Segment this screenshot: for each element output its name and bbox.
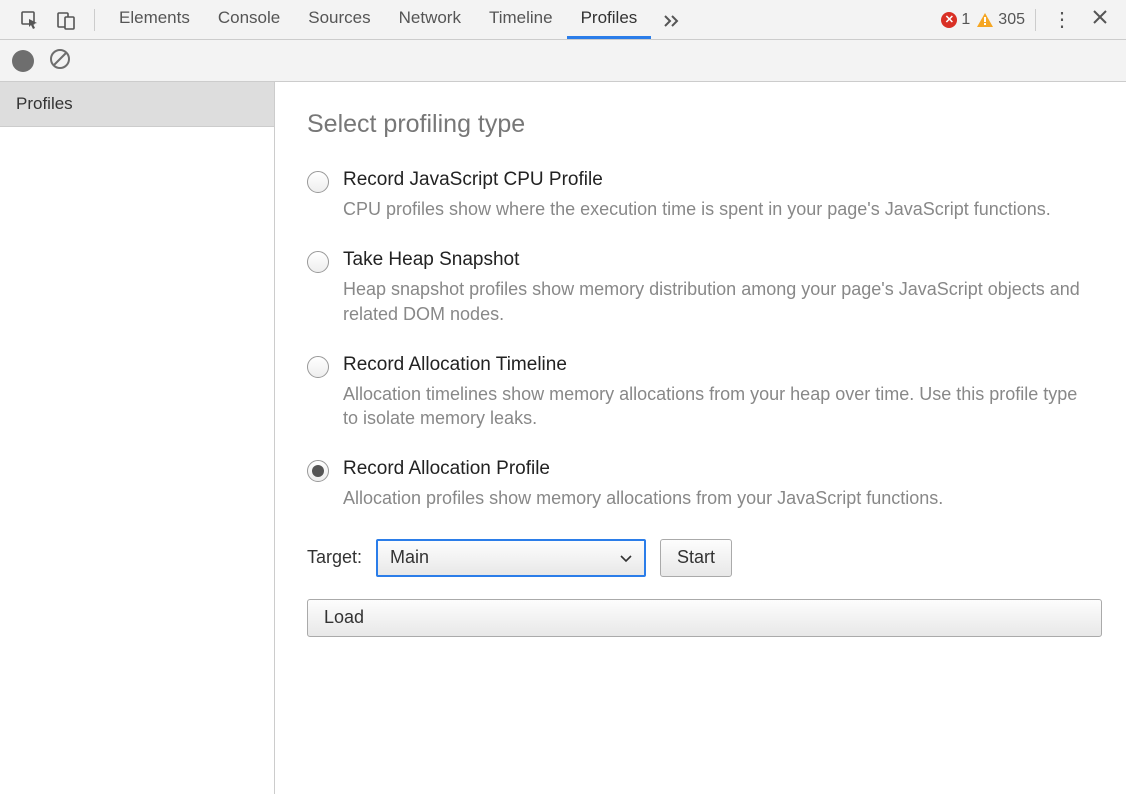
devtools-topbar: Elements Console Sources Network Timelin…	[0, 0, 1126, 40]
clear-button[interactable]	[48, 47, 72, 74]
start-button[interactable]: Start	[660, 539, 732, 577]
target-row: Target: Main Start	[307, 539, 1102, 577]
tab-elements[interactable]: Elements	[105, 0, 204, 39]
divider	[1035, 9, 1036, 31]
option-title: Take Heap Snapshot	[343, 249, 1083, 271]
target-selected-value: Main	[390, 547, 429, 568]
tab-profiles[interactable]: Profiles	[567, 0, 652, 39]
option-body: Record Allocation Timeline Allocation ti…	[343, 354, 1083, 431]
error-count[interactable]: ✕ 1	[941, 11, 970, 29]
option-allocation-profile[interactable]: Record Allocation Profile Allocation pro…	[307, 458, 1102, 510]
load-row: Load	[307, 599, 1102, 637]
warning-icon	[976, 12, 994, 28]
error-count-value: 1	[961, 11, 970, 29]
status-area: ✕ 1 305	[941, 11, 1029, 29]
option-cpu-profile[interactable]: Record JavaScript CPU Profile CPU profil…	[307, 169, 1102, 221]
load-button[interactable]: Load	[307, 599, 1102, 637]
option-allocation-timeline[interactable]: Record Allocation Timeline Allocation ti…	[307, 354, 1102, 431]
profiles-toolbar	[0, 40, 1126, 82]
option-body: Take Heap Snapshot Heap snapshot profile…	[343, 249, 1083, 326]
tab-network[interactable]: Network	[385, 0, 475, 39]
option-desc: Allocation timelines show memory allocat…	[343, 382, 1083, 431]
topbar-left-icons	[8, 6, 88, 34]
record-button[interactable]	[12, 50, 34, 72]
tab-timeline[interactable]: Timeline	[475, 0, 567, 39]
warning-count[interactable]: 305	[976, 11, 1025, 29]
error-icon: ✕	[941, 12, 957, 28]
tabs-overflow-icon[interactable]	[651, 13, 693, 27]
option-title: Record JavaScript CPU Profile	[343, 169, 1051, 191]
settings-menu-icon[interactable]: ⋮	[1042, 7, 1082, 32]
option-body: Record Allocation Profile Allocation pro…	[343, 458, 943, 510]
device-toolbar-icon[interactable]	[52, 6, 80, 34]
warning-count-value: 305	[998, 11, 1025, 29]
option-desc: CPU profiles show where the execution ti…	[343, 197, 1051, 221]
radio-allocation-timeline[interactable]	[307, 356, 329, 378]
page-heading: Select profiling type	[307, 110, 1102, 139]
chevron-down-icon	[620, 547, 632, 568]
target-select[interactable]: Main	[376, 539, 646, 577]
radio-cpu-profile[interactable]	[307, 171, 329, 193]
option-desc: Allocation profiles show memory allocati…	[343, 486, 943, 510]
radio-allocation-profile[interactable]	[307, 460, 329, 482]
panel-tabs: Elements Console Sources Network Timelin…	[105, 0, 651, 39]
option-heap-snapshot[interactable]: Take Heap Snapshot Heap snapshot profile…	[307, 249, 1102, 326]
divider	[94, 9, 95, 31]
option-title: Record Allocation Timeline	[343, 354, 1083, 376]
option-title: Record Allocation Profile	[343, 458, 943, 480]
close-devtools-icon[interactable]	[1082, 9, 1118, 30]
tab-console[interactable]: Console	[204, 0, 294, 39]
sidebar-item-profiles[interactable]: Profiles	[0, 82, 274, 127]
target-label: Target:	[307, 547, 362, 568]
profiles-content: Select profiling type Record JavaScript …	[275, 82, 1126, 794]
radio-heap-snapshot[interactable]	[307, 251, 329, 273]
option-desc: Heap snapshot profiles show memory distr…	[343, 277, 1083, 326]
option-body: Record JavaScript CPU Profile CPU profil…	[343, 169, 1051, 221]
profiles-sidebar: Profiles	[0, 82, 275, 794]
tab-sources[interactable]: Sources	[294, 0, 384, 39]
inspect-element-icon[interactable]	[16, 6, 44, 34]
profiles-main: Profiles Select profiling type Record Ja…	[0, 82, 1126, 794]
